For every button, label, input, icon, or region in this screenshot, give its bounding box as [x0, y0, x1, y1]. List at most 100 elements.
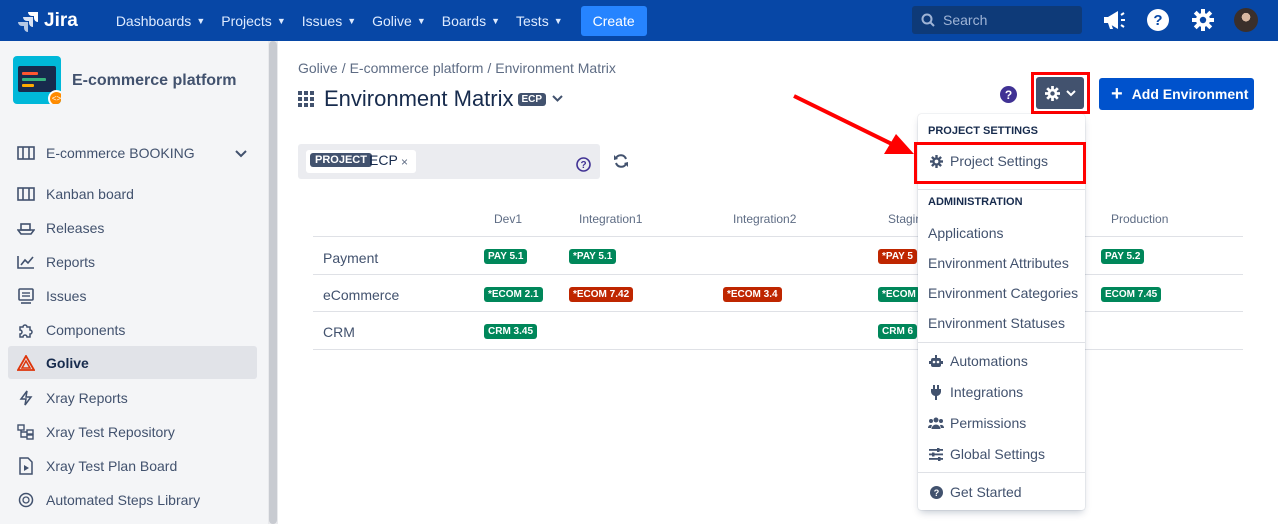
menu-section-project-settings: PROJECT SETTINGS — [928, 125, 1039, 137]
nav-boards[interactable]: Boards ▼ — [442, 13, 500, 29]
sidebar-item-golive[interactable]: Golive — [8, 346, 257, 379]
chevron-down-icon: ▼ — [196, 15, 206, 26]
version-badge[interactable]: *PAY 5 — [878, 249, 917, 264]
sidebar-scrollbar-thumb[interactable] — [269, 41, 277, 524]
settings-menu-button[interactable] — [1036, 77, 1084, 109]
sidebar-item-label: Reports — [46, 253, 96, 270]
svg-text:?: ? — [580, 160, 586, 171]
help-icon[interactable]: ? — [1000, 86, 1017, 103]
menu-divider — [918, 472, 1085, 473]
version-badge[interactable]: *ECOM 2.1 — [484, 287, 543, 302]
chevron-down-icon: ▼ — [491, 15, 501, 26]
sidebar-item-issues[interactable]: Issues — [8, 279, 257, 312]
sidebar-item-label: Golive — [46, 354, 89, 371]
nav-golive[interactable]: Golive ▼ — [372, 13, 426, 29]
sidebar-item-label: Automated Steps Library — [46, 491, 201, 508]
breadcrumb-project[interactable]: E-commerce platform — [350, 60, 484, 76]
table-row-divider — [313, 311, 1243, 312]
menu-item-environment-attributes[interactable]: Environment Attributes — [928, 255, 1069, 271]
menu-item-automations[interactable]: Automations — [928, 353, 1028, 369]
menu-item-get-started[interactable]: ? Get Started — [928, 484, 1022, 500]
table-row-divider — [313, 274, 1243, 275]
sidebar-item-label: Components — [46, 321, 126, 338]
robot-icon — [928, 354, 944, 368]
help-icon[interactable]: ? — [1147, 9, 1169, 31]
breadcrumb-golive[interactable]: Golive — [298, 60, 338, 76]
sidebar-item-releases[interactable]: Releases — [8, 211, 257, 244]
nav-tests[interactable]: Tests ▼ — [516, 13, 563, 29]
megaphone-icon[interactable] — [1102, 9, 1126, 31]
column-header-dev1: Dev1 — [494, 212, 523, 226]
version-badge[interactable]: *ECOM — [878, 287, 920, 302]
project-avatar: <> — [13, 56, 61, 104]
version-badge[interactable]: CRM 6 — [878, 324, 918, 339]
column-header-integration2: Integration2 — [733, 212, 797, 226]
version-badge[interactable]: CRM 3.45 — [484, 324, 538, 339]
highlight-box — [914, 142, 1086, 184]
users-icon — [928, 417, 944, 429]
search-input[interactable]: Search — [912, 6, 1082, 34]
create-button[interactable]: Create — [580, 5, 647, 36]
menu-divider — [918, 342, 1085, 343]
settings-gear-icon[interactable] — [1192, 9, 1214, 31]
remove-filter-icon[interactable]: × — [401, 155, 408, 169]
column-header-staging: Stagin — [888, 212, 923, 226]
ship-icon — [16, 221, 36, 235]
nav-dashboards[interactable]: Dashboards ▼ — [116, 13, 205, 29]
version-badge[interactable]: *ECOM 7.42 — [569, 287, 634, 302]
version-badge[interactable]: PAY 5.2 — [1101, 249, 1145, 264]
sidebar-item-reports[interactable]: Reports — [8, 245, 257, 278]
svg-text:?: ? — [1005, 88, 1012, 102]
search-placeholder: Search — [943, 12, 988, 28]
page-title: Environment Matrix — [324, 86, 514, 111]
menu-item-label: Get Started — [950, 484, 1022, 500]
chevron-down-icon: ▼ — [276, 15, 286, 26]
chevron-down-icon[interactable] — [552, 95, 563, 103]
menu-divider — [918, 189, 1085, 190]
nav-issues[interactable]: Issues ▼ — [302, 13, 356, 29]
breadcrumb-current[interactable]: Environment Matrix — [495, 60, 616, 76]
board-selector-label: E-commerce BOOKING — [46, 144, 195, 161]
menu-item-label: Environment Categories — [928, 285, 1079, 301]
sidebar-item-label: Xray Test Repository — [46, 423, 175, 440]
user-avatar[interactable] — [1234, 8, 1258, 32]
sidebar-item-xray-reports[interactable]: Xray Reports — [8, 381, 257, 414]
sidebar-item-xray-test-plan-board[interactable]: Xray Test Plan Board — [8, 449, 257, 482]
project-filter[interactable]: PROJECT ECP × ? — [298, 144, 600, 179]
nav-label: Golive — [372, 12, 412, 29]
breadcrumb: Golive / E-commerce platform / Environment M… — [298, 60, 620, 76]
jira-logo[interactable]: Jira — [18, 10, 78, 32]
menu-item-environment-categories[interactable]: Environment Categories — [928, 285, 1078, 301]
board-selector[interactable]: E-commerce BOOKING — [8, 136, 257, 169]
nav-label: Issues — [301, 12, 343, 29]
menu-item-permissions[interactable]: Permissions — [928, 415, 1026, 431]
sidebar-item-components[interactable]: Components — [8, 313, 257, 346]
refresh-icon[interactable] — [613, 153, 629, 169]
table-row-divider — [313, 349, 1243, 350]
chevron-down-icon: ▼ — [553, 15, 563, 26]
svg-text:?: ? — [933, 488, 939, 498]
plus-icon: + — [1111, 83, 1123, 105]
version-badge[interactable]: ECOM 7.45 — [1101, 287, 1162, 302]
version-badge[interactable]: PAY 5.1 — [484, 249, 528, 264]
menu-item-environment-statuses[interactable]: Environment Statuses — [928, 315, 1065, 331]
nav-projects[interactable]: Projects ▼ — [221, 13, 286, 29]
sidebar-item-kanban-board[interactable]: Kanban board — [8, 177, 257, 210]
nav-label: Projects — [221, 12, 272, 29]
menu-item-applications[interactable]: Applications — [928, 225, 1004, 241]
golive-icon — [16, 354, 36, 371]
sidebar-item-label: Issues — [46, 287, 87, 304]
column-header-production: Production — [1111, 212, 1169, 226]
version-badge[interactable]: *PAY 5.1 — [569, 249, 617, 264]
sidebar-item-automated-steps-library[interactable]: Automated Steps Library — [8, 483, 257, 516]
menu-item-global-settings[interactable]: Global Settings — [928, 446, 1045, 462]
project-name: E-commerce platform — [72, 72, 237, 89]
add-environment-button[interactable]: + Add Environment — [1099, 78, 1254, 110]
svg-text:?: ? — [1153, 12, 1162, 29]
sidebar-item-xray-test-repository[interactable]: Xray Test Repository — [8, 415, 257, 448]
version-badge[interactable]: *ECOM 3.4 — [723, 287, 782, 302]
menu-item-label: Integrations — [950, 384, 1024, 400]
help-icon[interactable]: ? — [576, 157, 591, 172]
menu-item-integrations[interactable]: Integrations — [928, 384, 1023, 400]
chevron-down-icon: ▼ — [416, 15, 426, 26]
